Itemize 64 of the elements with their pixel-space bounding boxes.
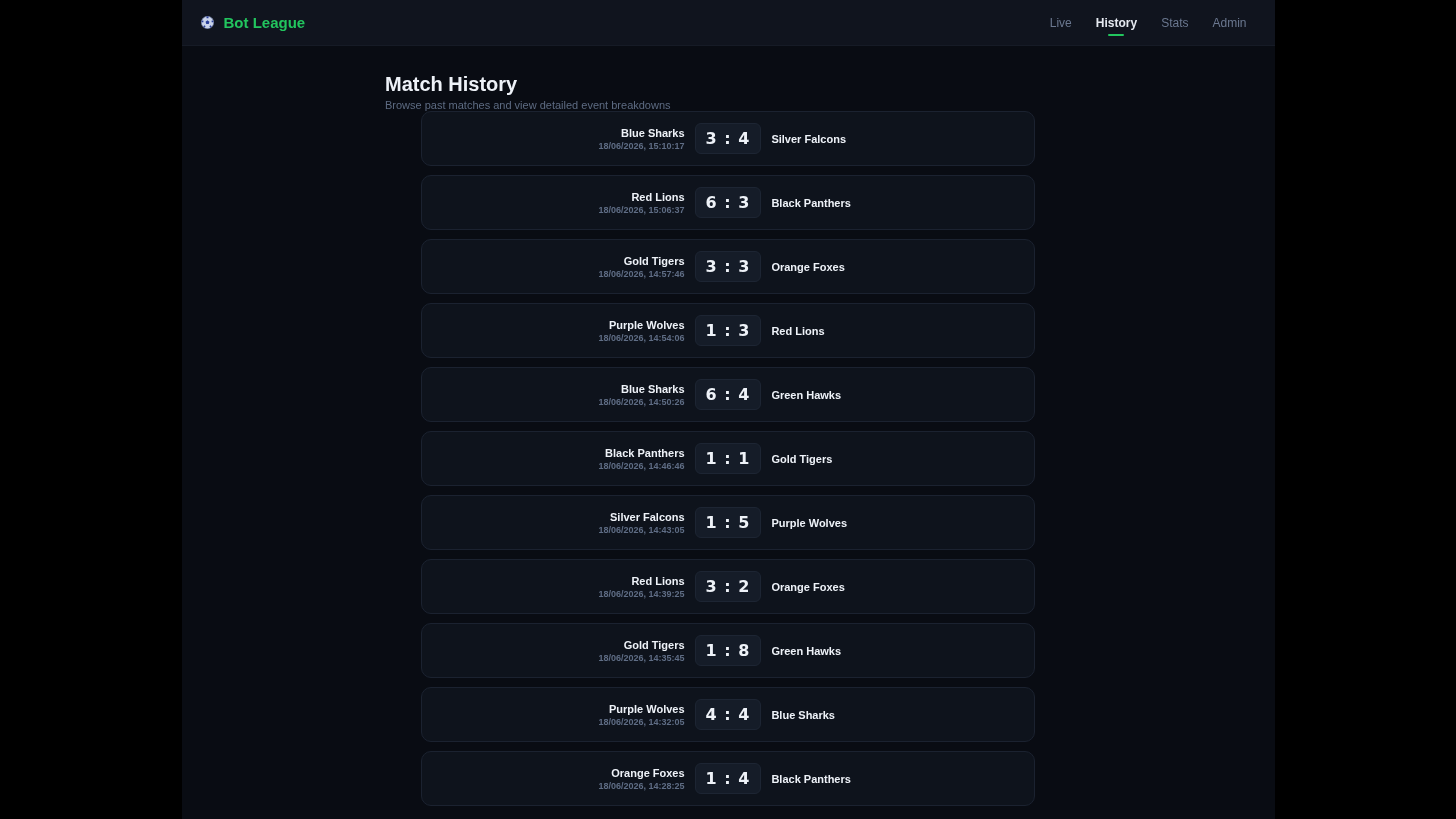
match-datetime: 18/06/2026, 15:10:17 xyxy=(598,139,685,152)
match-datetime: 18/06/2026, 14:46:46 xyxy=(598,459,685,472)
score-display: 1 : 4 xyxy=(694,763,762,794)
match-datetime: 18/06/2026, 14:28:25 xyxy=(598,779,685,792)
score-display: 3 : 2 xyxy=(694,571,762,602)
away-team-name: Orange Foxes xyxy=(771,259,845,274)
away-team-name: Silver Falcons xyxy=(771,131,846,146)
match-card[interactable]: Black Panthers 18/06/2026, 14:46:46 1 : 1 Gold Tigers xyxy=(421,431,1035,486)
active-underline xyxy=(1108,33,1125,36)
match-datetime: 18/06/2026, 14:32:05 xyxy=(598,715,685,728)
soccer-ball-icon xyxy=(200,16,214,29)
home-team-name: Red Lions xyxy=(631,189,685,204)
score-display: 1 : 5 xyxy=(694,507,762,538)
home-team-name: Gold Tigers xyxy=(623,637,685,652)
match-card[interactable]: Red Lions 18/06/2026, 14:39:25 3 : 2 Orange Foxes xyxy=(421,559,1035,614)
away-team-name: Blue Sharks xyxy=(771,707,835,722)
score-display: 4 : 4 xyxy=(694,699,762,730)
away-team-name: Orange Foxes xyxy=(771,579,845,594)
home-team-name: Gold Tigers xyxy=(623,253,685,268)
score-display: 6 : 3 xyxy=(694,187,762,218)
home-team-name: Black Panthers xyxy=(605,445,685,460)
nav-link[interactable]: Admin xyxy=(1212,16,1247,29)
away-team-name: Green Hawks xyxy=(771,387,842,402)
score-display: 3 : 4 xyxy=(694,123,762,154)
away-team-name: Purple Wolves xyxy=(771,515,847,530)
match-card[interactable]: Gold Tigers 18/06/2026, 14:35:45 1 : 8 Green Hawks xyxy=(421,623,1035,678)
score-display: 3 : 3 xyxy=(694,251,762,282)
match-card[interactable]: Purple Wolves 18/06/2026, 14:54:06 1 : 3 Red Lions xyxy=(421,303,1035,358)
match-card[interactable]: Blue Sharks 18/06/2026, 14:50:26 6 : 4 Green Hawks xyxy=(421,367,1035,422)
match-card[interactable]: Purple Wolves 18/06/2026, 14:32:05 4 : 4 Blue Sharks xyxy=(421,687,1035,742)
match-card[interactable]: Gold Tigers 18/06/2026, 14:57:46 3 : 3 Orange Foxes xyxy=(421,239,1035,294)
match-datetime: 18/06/2026, 15:06:37 xyxy=(598,203,685,216)
page-subtitle: Browse past matches and view detailed event breakdowns xyxy=(385,99,672,112)
match-datetime: 18/06/2026, 14:35:45 xyxy=(598,651,685,664)
match-card[interactable]: Blue Sharks 18/06/2026, 15:10:17 3 : 4 Silver Falcons xyxy=(421,111,1035,166)
page-title: Match History xyxy=(385,73,519,95)
home-team-name: Blue Sharks xyxy=(621,125,685,140)
home-team-name: Purple Wolves xyxy=(609,317,685,332)
home-team-name: Orange Foxes xyxy=(611,765,685,780)
away-team-name: Black Panthers xyxy=(771,195,851,210)
away-team-name: Green Hawks xyxy=(771,643,842,658)
brand-name: Bot League xyxy=(223,15,306,30)
match-datetime: 18/06/2026, 14:57:46 xyxy=(598,267,685,280)
score-display: 1 : 8 xyxy=(694,635,762,666)
away-team-name: Red Lions xyxy=(771,323,825,338)
match-card[interactable]: Orange Foxes 18/06/2026, 14:28:25 1 : 4 Black Panthers xyxy=(421,751,1035,806)
away-team-name: Gold Tigers xyxy=(771,451,833,466)
nav-link[interactable]: Live xyxy=(1049,16,1072,29)
match-card[interactable]: Silver Falcons 18/06/2026, 14:43:05 1 : 5 Purple Wolves xyxy=(421,495,1035,550)
away-team-name: Black Panthers xyxy=(771,771,851,786)
match-datetime: 18/06/2026, 14:50:26 xyxy=(598,395,685,408)
match-datetime: 18/06/2026, 14:39:25 xyxy=(598,587,685,600)
home-team-name: Red Lions xyxy=(631,573,685,588)
nav-link[interactable]: Stats xyxy=(1161,16,1189,29)
score-display: 1 : 1 xyxy=(694,443,762,474)
nav-link[interactable]: History xyxy=(1095,16,1138,29)
home-team-name: Purple Wolves xyxy=(609,701,685,716)
home-team-name: Blue Sharks xyxy=(621,381,685,396)
match-datetime: 18/06/2026, 14:43:05 xyxy=(598,523,685,536)
home-team-name: Silver Falcons xyxy=(610,509,685,524)
match-datetime: 18/06/2026, 14:54:06 xyxy=(598,331,685,344)
score-display: 6 : 4 xyxy=(694,379,762,410)
score-display: 1 : 3 xyxy=(694,315,762,346)
match-card[interactable]: Red Lions 18/06/2026, 15:06:37 6 : 3 Black Panthers xyxy=(421,175,1035,230)
